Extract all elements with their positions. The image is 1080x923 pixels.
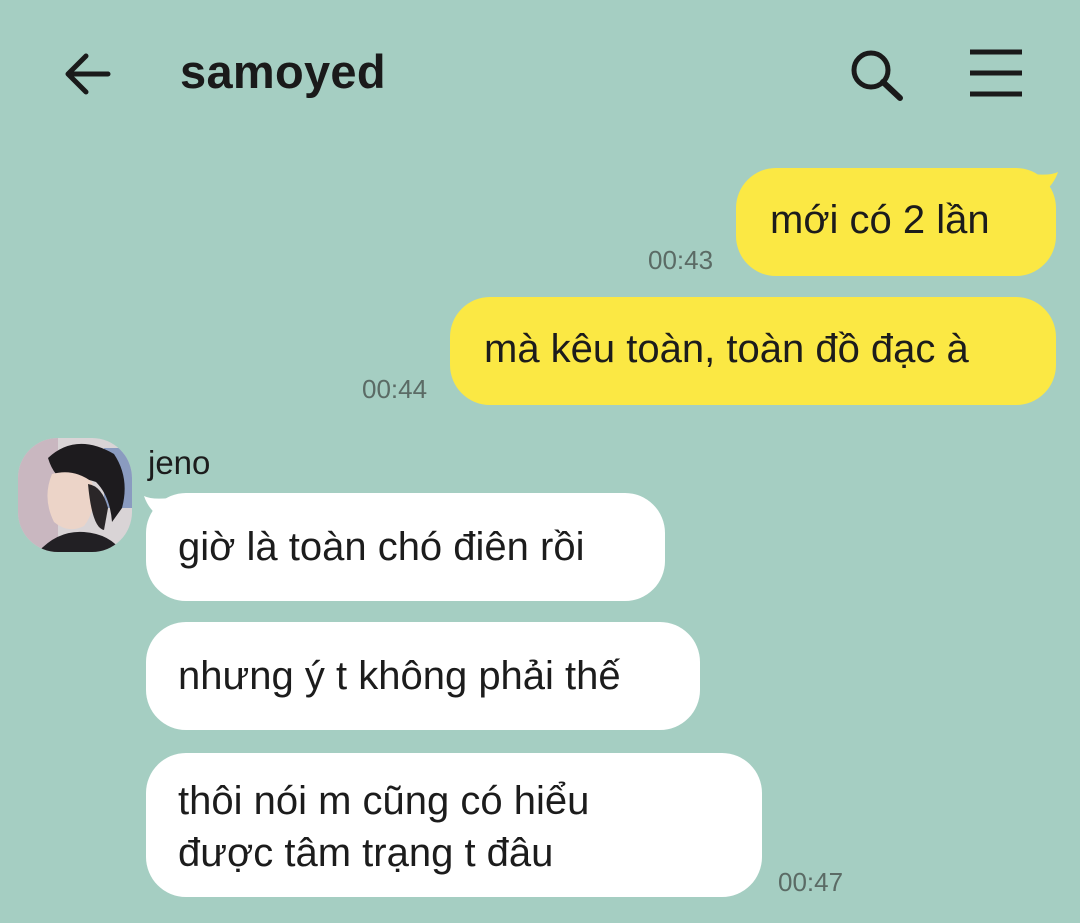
message-text: giờ là toàn chó điên rồi [178,525,585,569]
message-text-line: được tâm trạng t đâu [178,831,554,875]
avatar-photo-icon [18,438,132,552]
search-button[interactable] [846,46,906,102]
incoming-message[interactable]: nhưng ý t không phải thế [146,622,700,730]
avatar[interactable] [18,438,132,552]
message-text: mà kêu toàn, toàn đồ đạc à [484,327,969,371]
sender-name: jeno [148,444,211,481]
chat-title: samoyed [180,45,386,98]
back-arrow-icon [65,53,111,95]
incoming-message[interactable]: thôi nói m cũng có hiểu được tâm trạng t… [146,753,762,897]
message-text: nhưng ý t không phải thế [178,654,621,698]
message-time: 00:43 [648,245,714,275]
message-time: 00:47 [778,867,844,897]
chat-header: samoyed [0,0,1080,150]
back-button[interactable] [58,46,118,102]
message-time: 00:44 [362,374,428,404]
outgoing-message[interactable]: mà kêu toàn, toàn đồ đạc à [450,297,1056,405]
search-icon [851,50,903,101]
incoming-message[interactable]: giờ là toàn chó điên rồi [146,493,665,601]
menu-icon [970,49,1022,97]
outgoing-message[interactable]: mới có 2 lần [736,168,1056,276]
message-text: mới có 2 lần [770,198,990,242]
menu-button[interactable] [966,46,1026,102]
message-text-line: thôi nói m cũng có hiểu [178,779,590,823]
